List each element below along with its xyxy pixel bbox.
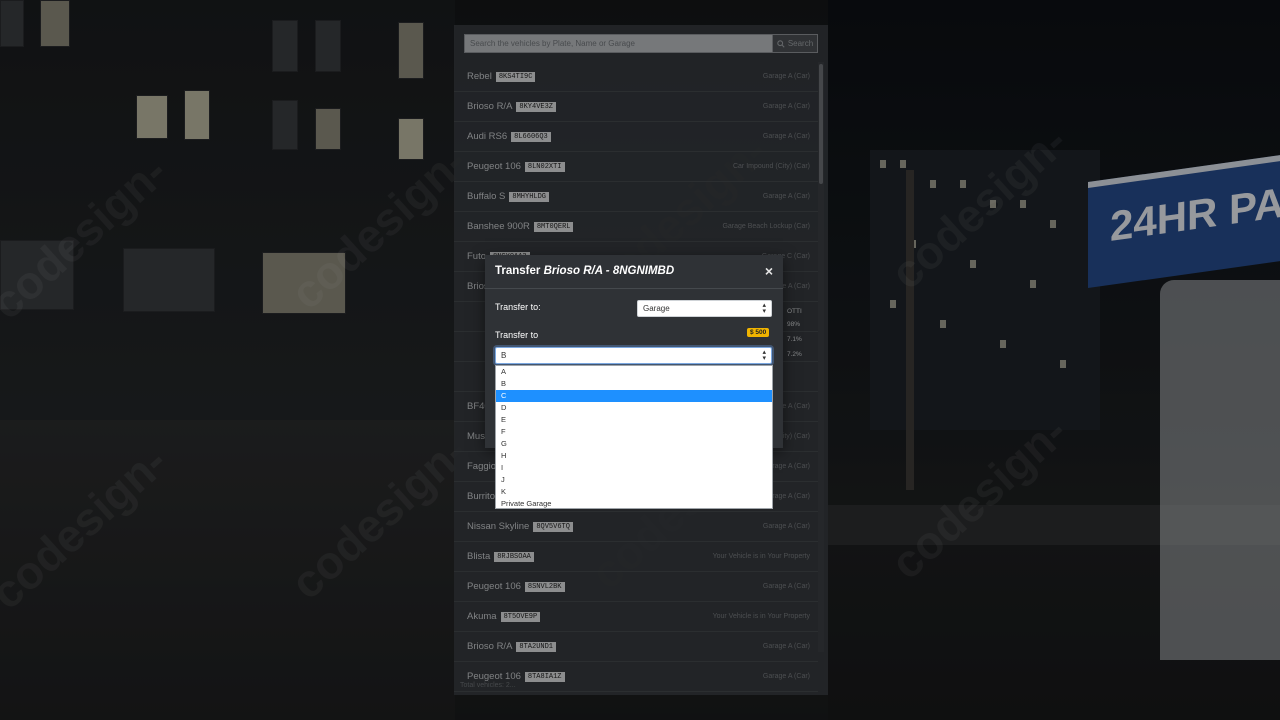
garage-option[interactable]: Private Garage <box>496 498 772 510</box>
select-arrows-icon: ▴ ▾ <box>762 349 766 362</box>
garage-dropdown-list: A B C D E F G H I J K Private Garage <box>495 365 773 509</box>
transfer-to-garage-label: Transfer to <box>495 330 539 340</box>
garage-option[interactable]: J <box>496 474 772 486</box>
select-arrows-icon: ▴ ▾ <box>762 302 766 315</box>
garage-option[interactable]: D <box>496 402 772 414</box>
transfer-to-label: Transfer to: <box>495 302 541 312</box>
garage-select[interactable]: B ▴ ▾ <box>495 347 772 364</box>
garage-option[interactable]: E <box>496 414 772 426</box>
garage-option[interactable]: B <box>496 378 772 390</box>
garage-option[interactable]: G <box>496 438 772 450</box>
transfer-type-value: Garage <box>643 304 670 313</box>
modal-title-plate: 8NGNIMBD <box>612 265 675 277</box>
transfer-type-select[interactable]: Garage ▴ ▾ <box>637 300 772 317</box>
modal-header: Transfer Brioso R/A - 8NGNIMBD × <box>485 255 783 289</box>
transfer-price-badge: $ 500 <box>747 328 770 337</box>
garage-select-value: B <box>501 351 507 360</box>
close-icon[interactable]: × <box>765 263 773 279</box>
garage-option[interactable]: F <box>496 426 772 438</box>
garage-option[interactable]: H <box>496 450 772 462</box>
modal-title: Transfer Brioso R/A - 8NGNIMBD <box>495 265 674 277</box>
garage-option[interactable]: I <box>496 462 772 474</box>
garage-option[interactable]: K <box>496 486 772 498</box>
garage-option[interactable]: C <box>496 390 772 402</box>
modal-title-vehicle: Brioso R/A <box>543 265 603 277</box>
modal-title-prefix: Transfer <box>495 265 544 277</box>
garage-option[interactable]: A <box>496 366 772 378</box>
modal-title-sep: - <box>602 265 613 277</box>
